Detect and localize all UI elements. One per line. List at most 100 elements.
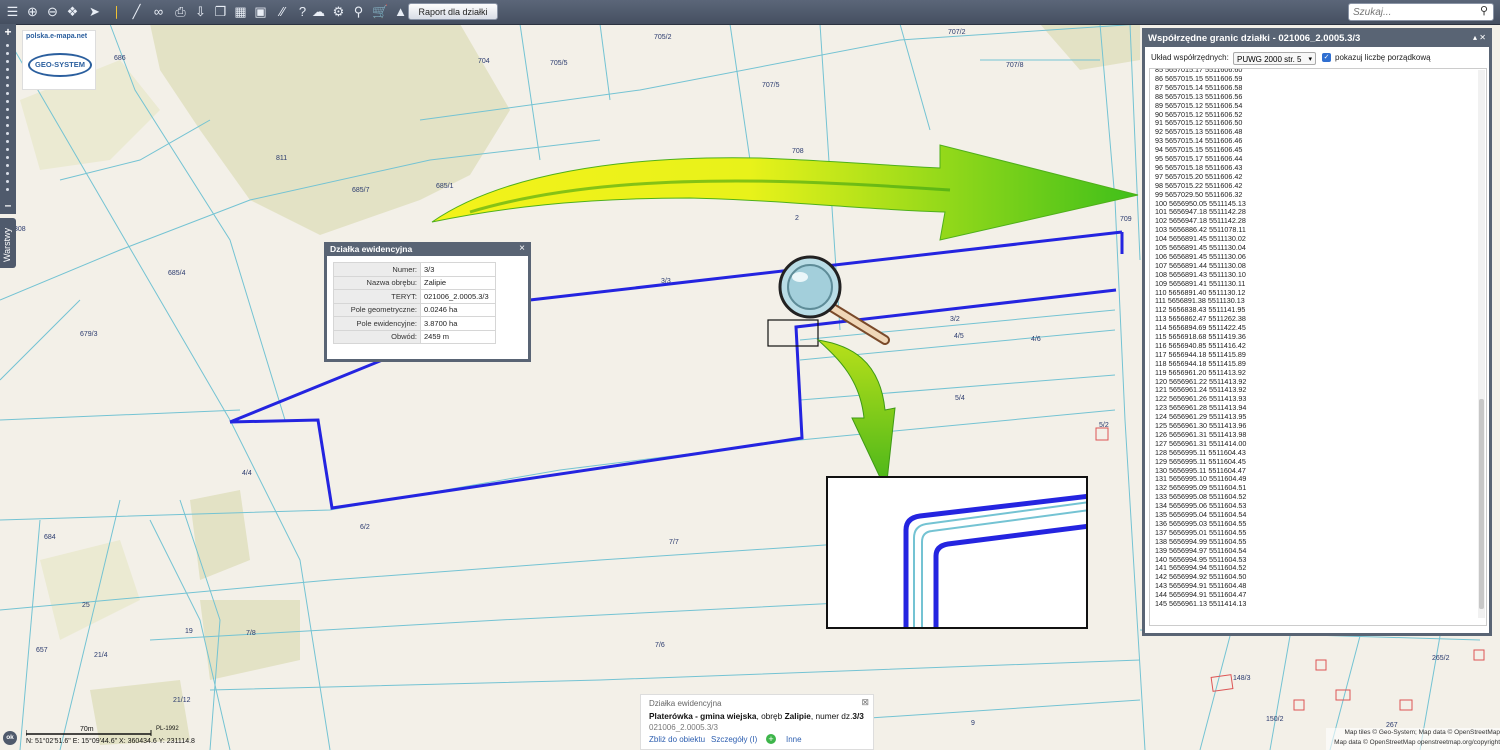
zoom-level-dot[interactable] (6, 100, 9, 103)
coordinate-row: 118 5656944.18 5511415.89 (1155, 358, 1246, 368)
zoom-level-dot[interactable] (6, 84, 9, 87)
geo-system-logo[interactable]: polska.e-mapa.net GEO-SYSTEM (22, 30, 96, 90)
attr-key: Nazwa obrębu: (333, 275, 421, 290)
projection-select[interactable]: PL-1992 (156, 726, 179, 732)
zoom-level-dot[interactable] (6, 164, 9, 167)
coordinate-row: 87 5657015.14 5511606.58 (1155, 82, 1243, 92)
print-icon[interactable]: ⎙ (172, 3, 189, 20)
zoom-to-object-link[interactable]: Zbliż do obiektu (649, 735, 705, 744)
zoom-out-icon[interactable]: ⊖ (44, 3, 61, 20)
coordinate-row: 103 5656886.42 5511078.11 (1155, 225, 1246, 235)
close-icon[interactable]: ⊠ (861, 697, 869, 708)
zoom-level-dot[interactable] (6, 108, 9, 111)
comment-icon[interactable]: ▣ (252, 3, 269, 20)
cart-icon[interactable]: 🛒 (372, 3, 389, 20)
add-icon[interactable]: + (766, 734, 776, 744)
coordinate-row: 130 5656995.11 5511604.47 (1155, 465, 1246, 475)
layers-tab[interactable]: Warstwy (0, 218, 16, 268)
zoom-level-dot[interactable] (6, 92, 9, 95)
zoom-level-dot[interactable] (6, 124, 9, 127)
zoom-level-dot[interactable] (6, 140, 9, 143)
zoom-level-dot[interactable] (6, 156, 9, 159)
coordinate-row: 139 5656994.97 5511604.54 (1155, 545, 1247, 555)
attribution-line: Map data © OpenStreetMap openstreetmap.o… (1334, 739, 1500, 746)
zoom-level-dot[interactable] (6, 172, 9, 175)
cloud-icon[interactable]: ☁ (310, 3, 327, 20)
zoom-level-dot[interactable] (6, 60, 9, 63)
pointer-icon[interactable]: ➤ (86, 3, 103, 20)
zoom-level-dot[interactable] (6, 52, 9, 55)
hatch-icon[interactable]: ⁄⁄ (274, 3, 291, 20)
coordinate-row: 114 5656894.69 5511422.45 (1155, 323, 1246, 333)
scrollbar-thumb[interactable] (1479, 399, 1484, 609)
coordinate-row: 86 5657015.15 5511606.59 (1155, 73, 1243, 83)
download-icon[interactable]: ⇩ (192, 3, 209, 20)
map-label: 5/2 (1099, 422, 1109, 429)
panel-window-controls[interactable]: ▴ ✕ (1473, 31, 1486, 45)
map-label: 707/5 (762, 82, 780, 89)
coordinate-row: 115 5656918.68 5511419.36 (1155, 332, 1246, 341)
coordinate-row: 107 5656891.44 5511130.08 (1155, 260, 1246, 270)
ok-button[interactable]: ok (3, 731, 17, 745)
coordinate-row: 96 5657015.18 5511606.43 (1155, 162, 1243, 172)
zoom-level-dot[interactable] (6, 132, 9, 135)
attribution-line: Map tiles © Geo-System; Map data © OpenS… (1344, 729, 1500, 736)
map-label: 811 (276, 155, 288, 162)
coordinate-row: 143 5656994.91 5511604.48 (1155, 581, 1247, 591)
coordinate-row: 101 5656947.18 5511142.28 (1155, 207, 1246, 217)
coordinate-row: 100 5656950.05 5511145.13 (1155, 198, 1246, 208)
table-row: Numer: 3/3 (333, 262, 496, 277)
coordinate-system-select[interactable]: PUWG 2000 str. 5 ▾ (1233, 52, 1316, 65)
zoom-plus-button[interactable]: + (2, 26, 14, 38)
coordinate-row: 142 5656994.92 5511604.50 (1155, 572, 1247, 582)
layers-icon[interactable]: ☰ (4, 3, 21, 20)
table-row: TERYT: 021006_2.0005.3/3 (333, 289, 496, 304)
edit-icon[interactable]: ▲ (392, 3, 409, 20)
details-link[interactable]: Szczegóły (I) (711, 735, 757, 744)
search-icon[interactable]: ⚲ (1480, 4, 1488, 17)
map-label: 4/4 (242, 470, 252, 477)
line-icon[interactable]: ╱ (128, 3, 145, 20)
table-icon[interactable]: ▦ (232, 3, 249, 20)
zoom-level-dot[interactable] (6, 116, 9, 119)
coordinate-row: 104 5656891.45 5511130.02 (1155, 234, 1246, 244)
map-label: 5/4 (955, 395, 965, 402)
coordinate-row: 126 5656961.31 5511413.98 (1155, 429, 1247, 439)
coordinate-row: 133 5656995.08 5511604.52 (1155, 492, 1247, 502)
coordinates-panel-title: Współrzędne granic działki - 021006_2.00… (1145, 31, 1489, 47)
parcel-popup: Działka ewidencyjna × Numer: 3/3 Nazwa ob… (324, 242, 531, 362)
chevron-down-icon: ▾ (1308, 56, 1312, 63)
zoom-in-icon[interactable]: ⊕ (24, 3, 41, 20)
search-input[interactable] (1348, 3, 1494, 21)
show-numbers-checkbox[interactable]: ✓ (1322, 53, 1331, 62)
report-button[interactable]: Raport dla działki (408, 3, 498, 20)
attr-value: 2459 m (420, 329, 496, 344)
zoom-level-dot[interactable] (6, 148, 9, 151)
map-label: 657 (36, 647, 48, 654)
zoom-level-dot[interactable] (6, 188, 9, 191)
zoom-level-dot[interactable] (6, 44, 9, 47)
map-label: 685/7 (352, 187, 370, 194)
zoom-level-dot[interactable] (6, 76, 9, 79)
zoom-minus-button[interactable]: – (2, 199, 14, 211)
info-precinct: Zalipie (784, 711, 811, 721)
coordinate-row: 134 5656995.06 5511604.53 (1155, 501, 1247, 511)
zoom-level-dot[interactable] (6, 68, 9, 71)
help-icon[interactable]: ? (294, 3, 311, 20)
settings-icon[interactable]: ⚙ (330, 3, 347, 20)
coordinate-row: 129 5656995.11 5511604.45 (1155, 456, 1246, 466)
parcel-attributes-table: Numer: 3/3 Nazwa obrębu: Zalipie TERYT: 021… (333, 262, 496, 344)
coordinate-row: 106 5656891.45 5511130.06 (1155, 251, 1246, 261)
coordinate-row: 97 5657015.20 5511606.42 (1155, 171, 1243, 181)
extent-icon[interactable]: ❖ (64, 3, 81, 20)
map-label: 19 (185, 628, 193, 635)
search-map-icon[interactable]: ⚲ (350, 3, 367, 20)
link-icon[interactable]: ∞ (150, 3, 167, 20)
other-link[interactable]: Inne (786, 735, 802, 744)
close-icon[interactable]: × (519, 242, 525, 256)
measure-icon[interactable]: ∣ (108, 3, 125, 20)
copy-icon[interactable]: ❐ (212, 3, 229, 20)
coordinates-list[interactable]: 85 5657015.17 5511606.60 86 5657015.15 55… (1149, 68, 1487, 626)
map-label: 6/2 (360, 524, 370, 531)
zoom-level-dot[interactable] (6, 180, 9, 183)
